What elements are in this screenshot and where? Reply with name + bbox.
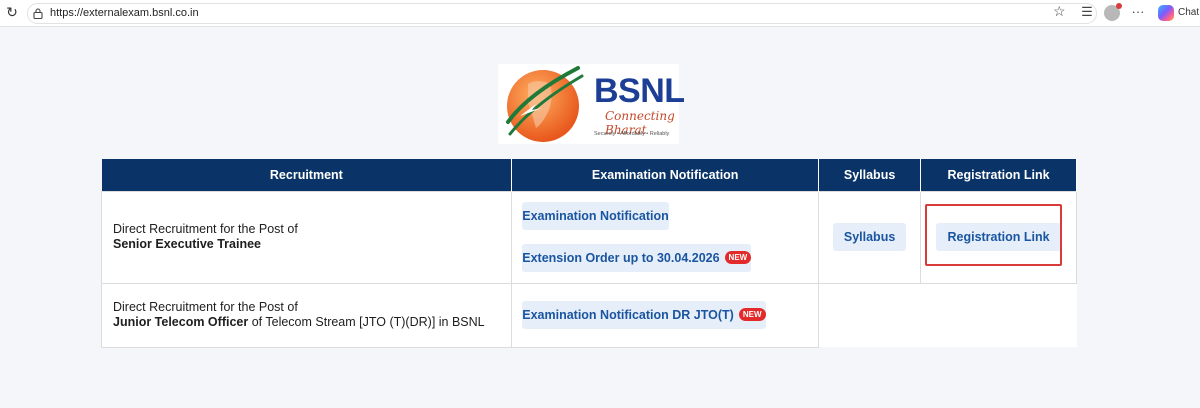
header-examination-notification: Examination Notification — [511, 159, 820, 191]
browser-toolbar: ↻ https://externalexam.bsnl.co.in ☆ ☰ ··… — [0, 0, 1200, 27]
notification-cell: Examination Notification Extension Order… — [511, 190, 820, 284]
url-text: https://externalexam.bsnl.co.in — [50, 7, 199, 19]
button-label: Examination Notification DR JTO(T) — [522, 308, 734, 322]
recruitment-cell: Direct Recruitment for the Post of Senio… — [100, 190, 513, 284]
extension-order-button[interactable]: Extension Order up to 30.04.2026 NEW — [522, 244, 752, 272]
examination-notification-button[interactable]: Examination Notification — [522, 202, 669, 230]
lock-icon — [33, 8, 43, 19]
syllabus-cell: Syllabus — [818, 190, 922, 284]
recruitment-description: Direct Recruitment for the Post of — [113, 300, 298, 314]
more-options-icon[interactable]: ··· — [1130, 4, 1146, 20]
empty-cell — [818, 282, 1077, 347]
table-row: Direct Recruitment for the Post of Senio… — [100, 190, 1077, 284]
post-title: Senior Executive Trainee — [113, 237, 261, 251]
recruitment-table: Recruitment Examination Notification Syl… — [100, 159, 1077, 348]
button-label: Examination Notification — [522, 209, 669, 223]
profile-avatar[interactable] — [1104, 3, 1122, 21]
table-header-row: Recruitment Examination Notification Syl… — [101, 159, 1077, 191]
address-bar[interactable]: https://externalexam.bsnl.co.in — [27, 3, 1097, 24]
table-row: Direct Recruitment for the Post of Junio… — [100, 282, 1077, 348]
brand-motto: Securely • Affordably • Reliably — [594, 131, 670, 137]
favorite-star-icon[interactable]: ☆ — [1053, 3, 1066, 20]
syllabus-button[interactable]: Syllabus — [832, 223, 907, 251]
globe-logo-icon — [506, 66, 584, 142]
brand-name: BSNL — [594, 72, 685, 110]
bsnl-logo: BSNL Connecting Bharat Securely • Afford… — [498, 64, 685, 144]
new-badge: NEW — [724, 251, 752, 265]
registration-link-button[interactable]: Registration Link — [936, 223, 1061, 251]
post-details: of Telecom Stream [JTO (T)(DR)] in BSNL — [248, 315, 485, 329]
notification-cell: Examination Notification DR JTO(T) NEW — [511, 282, 820, 348]
recruitment-description: Direct Recruitment for the Post of — [113, 222, 298, 236]
registration-cell: Registration Link — [920, 190, 1077, 284]
header-recruitment: Recruitment — [101, 159, 513, 191]
jto-notification-button[interactable]: Examination Notification DR JTO(T) NEW — [522, 301, 766, 329]
button-label: Extension Order up to 30.04.2026 — [522, 251, 720, 265]
reload-icon[interactable]: ↻ — [5, 5, 19, 19]
copilot-icon[interactable] — [1158, 5, 1174, 21]
header-syllabus: Syllabus — [818, 159, 922, 191]
favorites-list-icon[interactable]: ☰ — [1079, 4, 1095, 20]
chat-label[interactable]: Chat — [1178, 7, 1199, 18]
header-registration-link: Registration Link — [920, 159, 1077, 191]
new-badge: NEW — [738, 308, 766, 322]
recruitment-cell: Direct Recruitment for the Post of Junio… — [100, 282, 513, 348]
post-title: Junior Telecom Officer — [113, 315, 249, 329]
